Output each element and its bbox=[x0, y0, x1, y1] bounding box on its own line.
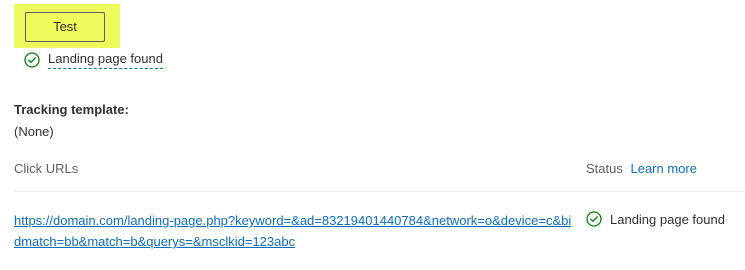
landing-page-test-panel: Test Landing page found Tracking templat… bbox=[0, 0, 745, 270]
check-circle-icon bbox=[586, 211, 602, 227]
row-status-text: Landing page found bbox=[610, 211, 725, 227]
test-result-text: Landing page found bbox=[48, 51, 163, 69]
status-header: Status Learn more bbox=[586, 161, 697, 176]
click-urls-header: Click URLs bbox=[14, 161, 79, 176]
check-circle-icon bbox=[24, 52, 40, 68]
row-status: Landing page found bbox=[586, 211, 725, 227]
status-header-label: Status bbox=[586, 161, 623, 176]
click-url-link[interactable]: https://domain.com/landing-page.php?keyw… bbox=[14, 210, 574, 252]
learn-more-link[interactable]: Learn more bbox=[630, 161, 696, 176]
tracking-template-value: (None) bbox=[14, 124, 54, 139]
tracking-template-label: Tracking template: bbox=[14, 102, 129, 117]
test-button[interactable]: Test bbox=[25, 12, 105, 42]
test-result: Landing page found bbox=[24, 50, 163, 70]
table-divider bbox=[14, 191, 745, 192]
